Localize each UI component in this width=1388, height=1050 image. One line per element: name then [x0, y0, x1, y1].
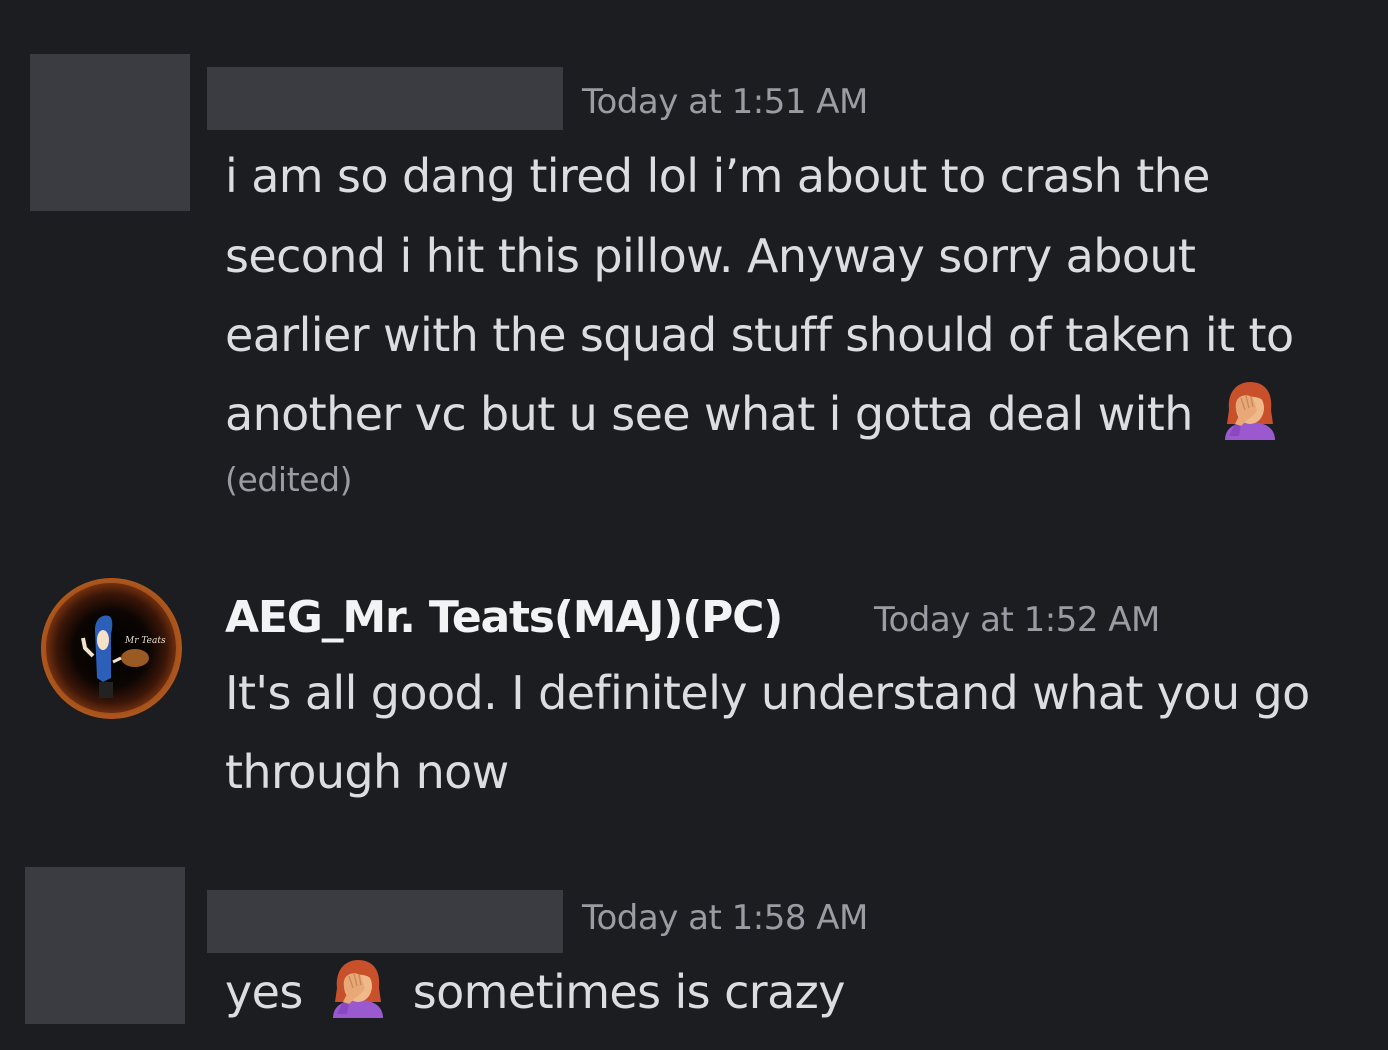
- message-text: yes: [225, 965, 303, 1019]
- edited-label[interactable]: (edited): [225, 460, 353, 499]
- avatar-redacted[interactable]: [30, 54, 190, 211]
- avatar-caption: Mr Teats: [125, 636, 166, 646]
- message-line: second i hit this pillow. Anyway sorry a…: [225, 229, 1196, 283]
- message-line: i am so dang tired lol i’m about to cras…: [225, 149, 1210, 203]
- message-line: It's all good. I definitely understand w…: [225, 666, 1310, 720]
- message-line: another vc but u see what i gotta deal w…: [225, 387, 1193, 441]
- message-timestamp[interactable]: Today at 1:58 AM: [582, 898, 868, 938]
- message-timestamp[interactable]: Today at 1:52 AM: [874, 600, 1160, 640]
- message-line: through now: [225, 745, 509, 799]
- username-redacted[interactable]: [207, 890, 563, 953]
- message-timestamp[interactable]: Today at 1:51 AM: [582, 82, 868, 122]
- avatar-redacted[interactable]: [25, 867, 185, 1024]
- message-line-with-emoji: another vc but u see what i gotta deal w…: [225, 374, 1279, 454]
- avatar-image: [41, 578, 182, 719]
- message-text: sometimes is crazy: [412, 965, 846, 1019]
- username-redacted[interactable]: [207, 67, 563, 130]
- woman-facepalming-icon[interactable]: [329, 958, 387, 1018]
- username[interactable]: AEG_Mr. Teats(MAJ)(PC): [225, 592, 783, 643]
- avatar[interactable]: Mr Teats: [41, 578, 182, 719]
- woman-facepalming-icon[interactable]: [1221, 380, 1279, 440]
- message-line: earlier with the squad stuff should of t…: [225, 308, 1294, 362]
- chat-message-list: Today at 1:51 AM i am so dang tired lol …: [0, 0, 1388, 1050]
- message-line-with-emoji: yes sometimes is crazy: [225, 952, 845, 1032]
